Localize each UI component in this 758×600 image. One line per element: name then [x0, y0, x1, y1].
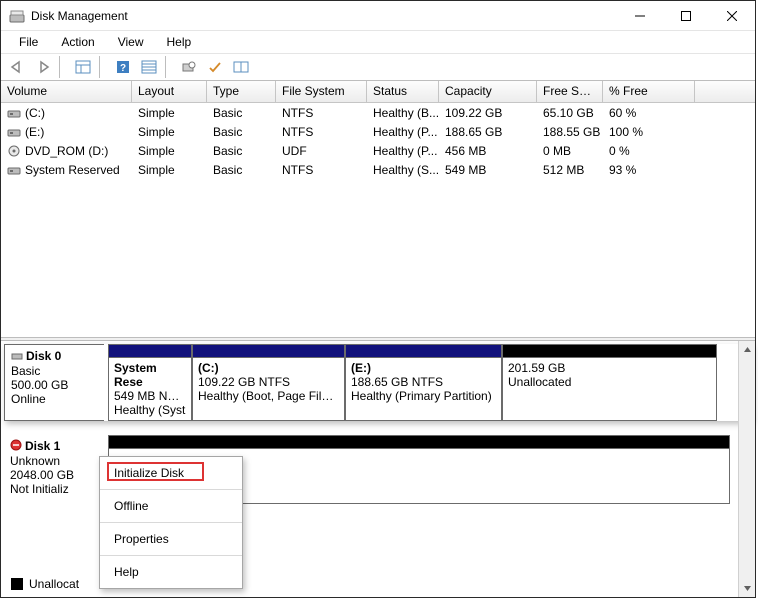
disk-management-icon	[9, 8, 25, 24]
menubar: File Action View Help	[1, 31, 755, 53]
settings-button[interactable]	[137, 56, 161, 78]
check-button[interactable]	[203, 56, 227, 78]
svg-text:?: ?	[120, 63, 126, 74]
close-button[interactable]	[709, 1, 755, 30]
volume-row[interactable]: (E:)SimpleBasicNTFSHealthy (P...188.65 G…	[1, 122, 755, 141]
show-hide-console-button[interactable]	[71, 56, 95, 78]
ctx-initialize-disk[interactable]: Initialize Disk	[100, 459, 242, 487]
scroll-up-button[interactable]	[739, 341, 755, 358]
layout-button[interactable]	[229, 56, 253, 78]
volume-list-header: Volume Layout Type File System Status Ca…	[1, 81, 755, 103]
scroll-down-button[interactable]	[739, 580, 755, 597]
minimize-button[interactable]	[617, 1, 663, 30]
toolbar-separator	[99, 56, 107, 78]
maximize-button[interactable]	[663, 1, 709, 30]
header-layout[interactable]: Layout	[132, 81, 207, 102]
toolbar-separator	[165, 56, 173, 78]
disk-1-type: Unknown	[10, 454, 60, 468]
disk-1-info[interactable]: Disk 1 Unknown 2048.00 GB Not Initializ	[4, 435, 104, 504]
disk-error-icon	[10, 439, 22, 454]
legend-unallocated: Unallocat	[11, 577, 79, 591]
ctx-properties[interactable]: Properties	[100, 525, 242, 553]
toolbar-separator	[59, 56, 67, 78]
toolbar: ?	[1, 53, 755, 81]
ctx-separator	[100, 522, 242, 523]
partition-box[interactable]: 201.59 GBUnallocated	[502, 358, 717, 421]
menu-action[interactable]: Action	[51, 33, 104, 51]
legend-swatch-black	[11, 578, 23, 590]
header-volume[interactable]: Volume	[1, 81, 132, 102]
volume-icon	[7, 164, 21, 176]
disk-0-name: Disk 0	[26, 349, 61, 363]
legend-label-unallocated: Unallocat	[29, 577, 79, 591]
window-controls	[617, 1, 755, 30]
partition-box[interactable]: (E:)188.65 GB NTFSHealthy (Primary Parti…	[345, 358, 502, 421]
ctx-separator	[100, 555, 242, 556]
vertical-scrollbar[interactable]	[738, 341, 755, 597]
menu-view[interactable]: View	[108, 33, 154, 51]
menu-help[interactable]: Help	[157, 33, 202, 51]
window-title: Disk Management	[31, 9, 617, 23]
disk-1-status: Not Initializ	[10, 482, 69, 496]
disk-1-name: Disk 1	[25, 439, 60, 453]
volume-row[interactable]: DVD_ROM (D:)SimpleBasicUDFHealthy (P...4…	[1, 141, 755, 160]
ctx-help[interactable]: Help	[100, 558, 242, 586]
volume-row[interactable]: System ReservedSimpleBasicNTFSHealthy (S…	[1, 160, 755, 179]
partition-box[interactable]: System Rese549 MB NTFSHealthy (Syst	[108, 358, 192, 421]
menu-file[interactable]: File	[9, 33, 48, 51]
header-capacity[interactable]: Capacity	[439, 81, 537, 102]
refresh-button[interactable]	[177, 56, 201, 78]
volume-icon	[7, 145, 21, 157]
header-free[interactable]: Free Spa...	[537, 81, 603, 102]
titlebar: Disk Management	[1, 1, 755, 31]
disk-0-row[interactable]: Disk 0 Basic 500.00 GB Online System Res…	[4, 344, 752, 421]
disk-0-info[interactable]: Disk 0 Basic 500.00 GB Online	[4, 344, 104, 421]
header-filesystem[interactable]: File System	[276, 81, 367, 102]
disk-0-type: Basic	[11, 364, 40, 378]
disk-0-size: 500.00 GB	[11, 378, 68, 392]
header-percent[interactable]: % Free	[603, 81, 695, 102]
back-button[interactable]	[5, 56, 29, 78]
header-type[interactable]: Type	[207, 81, 276, 102]
disk-icon	[11, 349, 23, 364]
ctx-offline[interactable]: Offline	[100, 492, 242, 520]
help-button[interactable]: ?	[111, 56, 135, 78]
volume-icon	[7, 126, 21, 138]
disk-1-size: 2048.00 GB	[10, 468, 74, 482]
partition-box[interactable]: (C:)109.22 GB NTFSHealthy (Boot, Page Fi…	[192, 358, 345, 421]
header-status[interactable]: Status	[367, 81, 439, 102]
volume-icon	[7, 107, 21, 119]
volume-row[interactable]: (C:)SimpleBasicNTFSHealthy (B...109.22 G…	[1, 103, 755, 122]
ctx-separator	[100, 489, 242, 490]
forward-button[interactable]	[31, 56, 55, 78]
disk-0-bar: System Rese549 MB NTFSHealthy (Syst(C:)1…	[108, 344, 730, 421]
volume-list[interactable]: (C:)SimpleBasicNTFSHealthy (B...109.22 G…	[1, 103, 755, 337]
context-menu: Initialize Disk Offline Properties Help	[99, 456, 243, 589]
disk-0-status: Online	[11, 392, 46, 406]
